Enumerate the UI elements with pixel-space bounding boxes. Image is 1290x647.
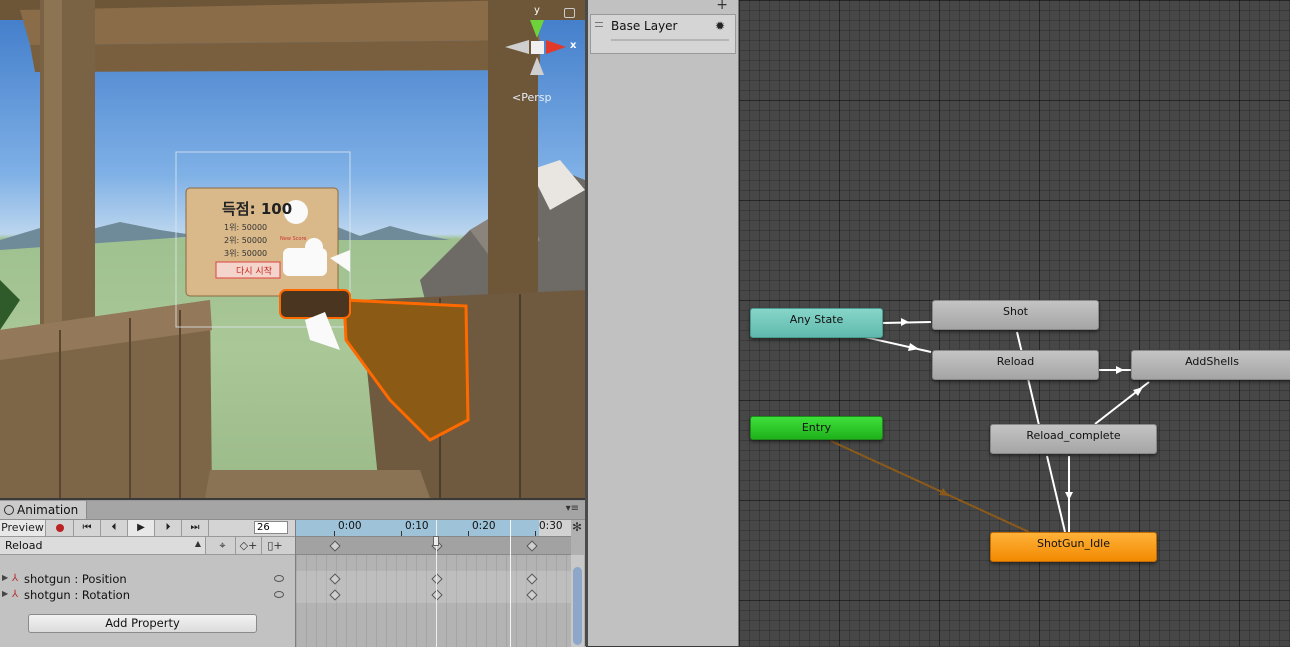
layer-weight-bar bbox=[611, 39, 729, 41]
property-label: shotgun : Position bbox=[24, 572, 127, 586]
skip-start-icon: ⏮ bbox=[82, 522, 92, 533]
step-back-icon: ⏴ bbox=[111, 522, 117, 533]
billboard-rank-3: 3위: 50000 bbox=[224, 249, 268, 258]
state-any-state[interactable]: Any State bbox=[750, 308, 883, 338]
tab-menu-icon[interactable]: ▾≡ bbox=[566, 503, 579, 514]
add-keyframe-icon[interactable]: ◇+ bbox=[236, 537, 262, 554]
billboard-new-score: New Score bbox=[280, 236, 307, 242]
skip-end-icon: ⏭ bbox=[190, 522, 200, 533]
layer-item-base[interactable]: Base Layer ✹ bbox=[590, 14, 736, 54]
keyframe[interactable] bbox=[526, 573, 538, 585]
transform-icon: ⅄ bbox=[12, 573, 19, 584]
key-all-icon[interactable]: ⌖ bbox=[210, 537, 236, 554]
state-reload-complete[interactable]: Reload_complete bbox=[990, 424, 1157, 454]
dropdown-arrow-icon: ▲ bbox=[194, 539, 201, 548]
time-tick: 0:00 bbox=[338, 520, 362, 532]
clip-end-line bbox=[510, 520, 511, 647]
add-property-button[interactable]: Add Property bbox=[28, 614, 257, 633]
lock-icon[interactable] bbox=[564, 8, 575, 18]
animation-tab-label: Animation bbox=[17, 503, 79, 517]
billboard-rank-1: 1위: 50000 bbox=[224, 223, 268, 232]
layer-name: Base Layer bbox=[611, 19, 678, 33]
clip-dropdown[interactable]: Reload ▲ bbox=[0, 537, 206, 554]
frame-field[interactable]: 26 bbox=[254, 521, 288, 534]
billboard-rank-2: 2위: 50000 bbox=[224, 236, 268, 245]
settings-icon[interactable]: ✻ bbox=[572, 520, 582, 534]
keyframe[interactable] bbox=[329, 540, 341, 552]
add-event-icon[interactable]: ▯+ bbox=[262, 537, 288, 554]
scene-render bbox=[0, 0, 585, 498]
property-row-position[interactable]: ▶ ⅄ shotgun : Position bbox=[0, 571, 295, 587]
expand-arrow-icon[interactable]: ▶ bbox=[2, 573, 8, 582]
position-keyframes bbox=[296, 571, 571, 587]
rotation-keyframes bbox=[296, 587, 571, 603]
time-tick: 0:20 bbox=[472, 520, 496, 532]
keyframe[interactable] bbox=[431, 573, 443, 585]
add-layer-icon[interactable]: + bbox=[716, 0, 728, 13]
prev-keyframe-button[interactable]: ⏴ bbox=[101, 520, 128, 536]
preview-button[interactable]: Preview bbox=[0, 520, 46, 536]
animation-tab-bar: Animation ▾≡ bbox=[0, 501, 585, 520]
gizmo-y-label: y bbox=[534, 5, 540, 16]
scene-view[interactable]: y x <Persp 득점: 100 1위: 50000 2위: 50000 3… bbox=[0, 0, 585, 498]
animator-graph[interactable]: Any State Entry Shot Reload AddShells Re… bbox=[739, 0, 1290, 646]
playhead-handle[interactable] bbox=[433, 536, 439, 546]
animation-tab[interactable]: Animation bbox=[0, 501, 87, 519]
layers-panel: + Base Layer ✹ bbox=[588, 0, 739, 646]
transform-icon: ⅄ bbox=[12, 589, 19, 600]
time-tick: 0:10 bbox=[405, 520, 429, 532]
state-reload[interactable]: Reload bbox=[932, 350, 1099, 380]
play-icon: ▶ bbox=[137, 522, 145, 533]
time-tick: 0:30 bbox=[539, 520, 563, 532]
transition-entry-idle bbox=[830, 440, 1030, 533]
play-button[interactable]: ▶ bbox=[128, 520, 155, 536]
keyframe[interactable] bbox=[431, 589, 443, 601]
last-keyframe-button[interactable]: ⏭ bbox=[182, 520, 209, 536]
clock-icon bbox=[4, 505, 14, 515]
property-label: shotgun : Rotation bbox=[24, 588, 130, 602]
gizmo-x-label: x bbox=[570, 40, 577, 51]
vertical-scrollbar[interactable] bbox=[571, 555, 584, 647]
billboard-score: 득점: 100 bbox=[222, 200, 293, 218]
curve-toggle-icon[interactable] bbox=[274, 591, 284, 598]
scroll-thumb[interactable] bbox=[573, 567, 582, 645]
animation-toolbar: Preview ⏮ ⏴ ▶ ⏵ ⏭ 26 bbox=[0, 520, 295, 537]
drag-handle-icon[interactable] bbox=[595, 22, 603, 27]
expand-arrow-icon[interactable]: ▶ bbox=[2, 589, 8, 598]
state-shot[interactable]: Shot bbox=[932, 300, 1099, 330]
timeline[interactable]: 0:00 0:10 0:20 0:30 ✻ bbox=[295, 520, 586, 647]
time-ruler[interactable]: 0:00 0:10 0:20 0:30 bbox=[296, 520, 571, 537]
state-entry[interactable]: Entry bbox=[750, 416, 883, 440]
animation-window: Animation ▾≡ Preview ⏮ ⏴ ▶ ⏵ ⏭ 26 Reload… bbox=[0, 500, 586, 647]
clip-row: Reload ▲ ⌖ ◇+ ▯+ bbox=[0, 537, 295, 555]
record-icon bbox=[55, 524, 64, 532]
keyframe[interactable] bbox=[329, 589, 341, 601]
billboard-restart: 다시 시작 bbox=[236, 267, 272, 277]
keyframe[interactable] bbox=[526, 589, 538, 601]
next-keyframe-button[interactable]: ⏵ bbox=[155, 520, 182, 536]
state-addshells[interactable]: AddShells bbox=[1131, 350, 1290, 380]
clip-name: Reload bbox=[5, 539, 43, 552]
record-button[interactable] bbox=[46, 520, 74, 536]
property-row-rotation[interactable]: ▶ ⅄ shotgun : Rotation bbox=[0, 587, 295, 603]
state-shotgun-idle[interactable]: ShotGun_Idle bbox=[990, 532, 1157, 562]
gear-icon[interactable]: ✹ bbox=[715, 19, 725, 33]
step-forward-icon: ⏵ bbox=[165, 522, 171, 533]
first-keyframe-button[interactable]: ⏮ bbox=[74, 520, 101, 536]
keyframe[interactable] bbox=[526, 540, 538, 552]
curve-toggle-icon[interactable] bbox=[274, 575, 284, 582]
keyframe[interactable] bbox=[329, 573, 341, 585]
projection-label[interactable]: <Persp bbox=[512, 91, 551, 104]
keyframe-area[interactable] bbox=[296, 555, 571, 647]
